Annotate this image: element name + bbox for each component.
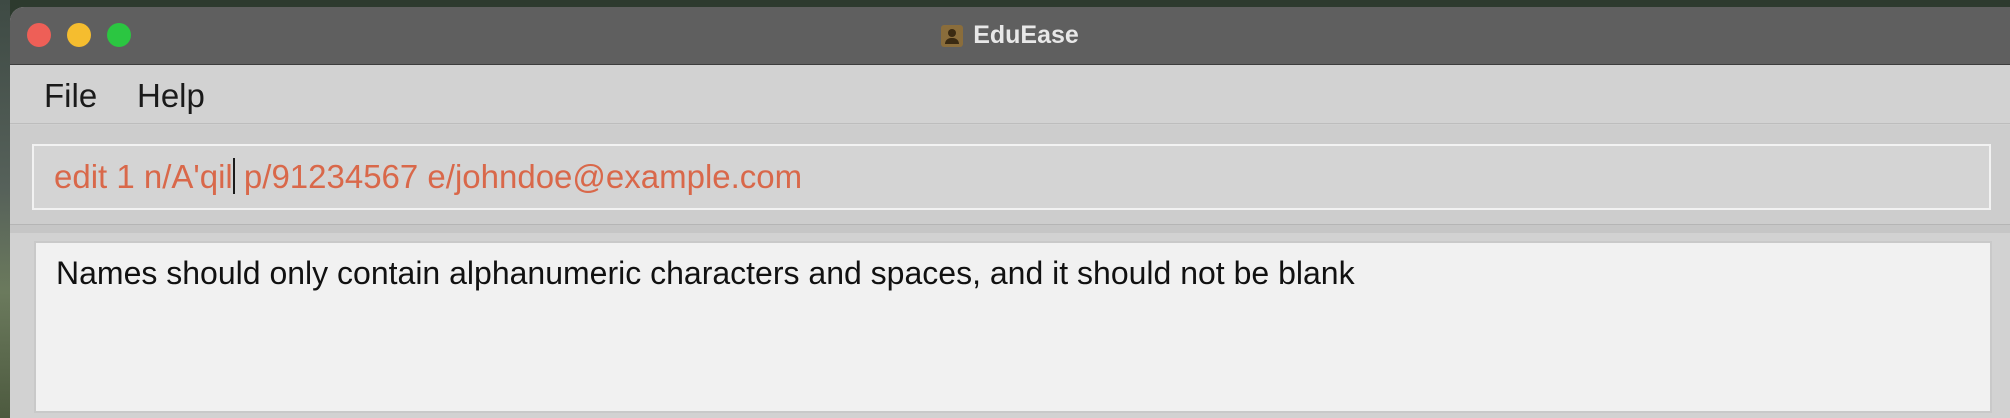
desktop-wallpaper xyxy=(0,0,10,418)
result-pane: Names should only contain alphanumeric c… xyxy=(10,233,2010,418)
command-input-text: edit 1 n/A'qil p/91234567 e/johndoe@exam… xyxy=(54,158,802,196)
window-title-group: EduEase xyxy=(10,7,2010,64)
app-window: EduEase File Help edit 1 n/A'qil p/91234… xyxy=(10,7,2010,418)
title-bar[interactable]: EduEase xyxy=(10,7,2010,65)
contact-book-icon xyxy=(941,24,964,47)
command-text-before-caret: edit 1 n/A'qil xyxy=(54,158,233,195)
window-title: EduEase xyxy=(973,21,1079,49)
command-text-after-caret: p/91234567 e/johndoe@example.com xyxy=(234,158,803,195)
command-pane: edit 1 n/A'qil p/91234567 e/johndoe@exam… xyxy=(10,125,2010,225)
menu-help[interactable]: Help xyxy=(137,77,205,115)
result-message: Names should only contain alphanumeric c… xyxy=(56,255,1355,291)
menu-file[interactable]: File xyxy=(44,77,97,115)
command-input[interactable]: edit 1 n/A'qil p/91234567 e/johndoe@exam… xyxy=(32,144,1991,210)
result-display[interactable]: Names should only contain alphanumeric c… xyxy=(34,241,1992,413)
menu-bar: File Help xyxy=(10,65,2010,124)
